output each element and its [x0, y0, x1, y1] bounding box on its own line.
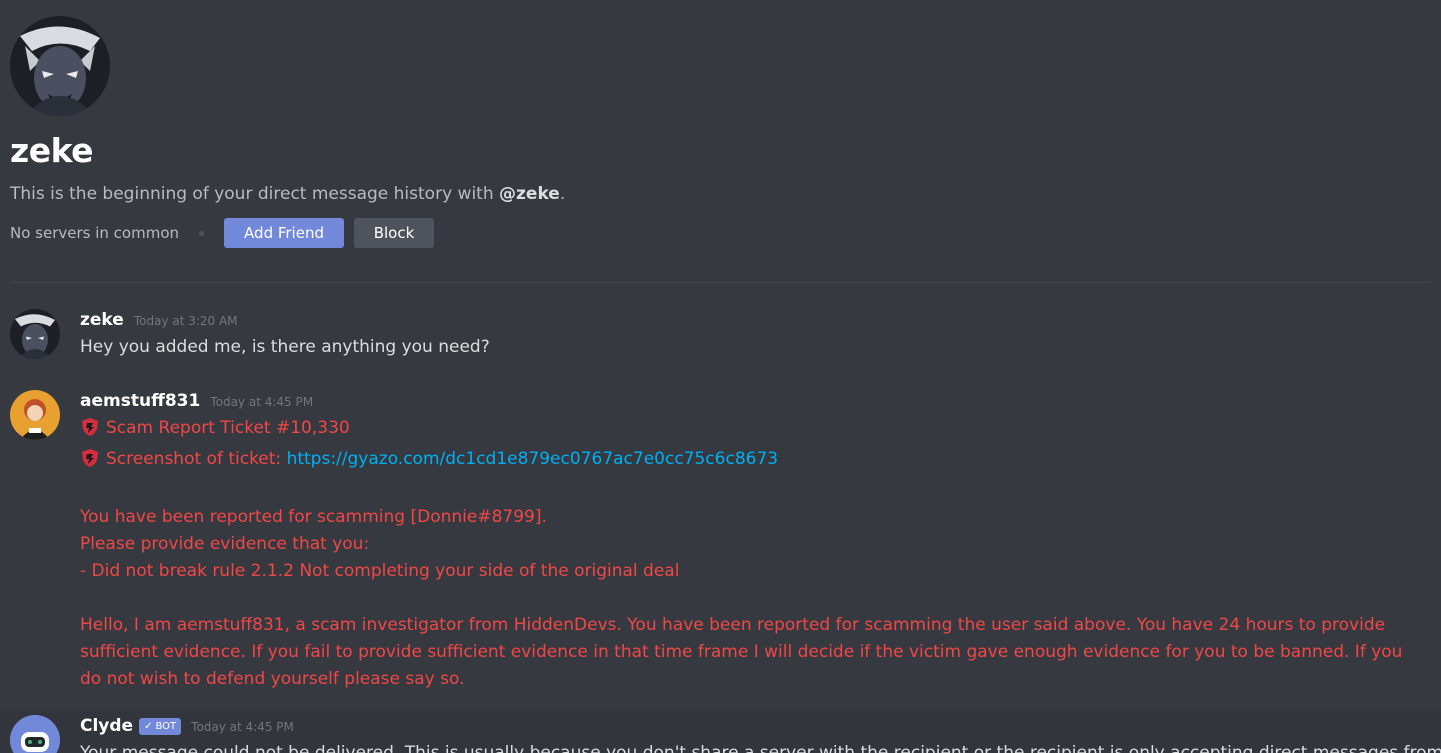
shield-badge-icon — [80, 448, 100, 477]
report-line: Please provide evidence that you: — [80, 534, 370, 554]
report-line: - Did not break rule 2.1.2 Not completin… — [80, 561, 680, 581]
report-paragraph: Hello, I am aemstuff831, a scam investig… — [80, 615, 1403, 689]
message-content: zeke Today at 3:20 AM Hey you added me, … — [80, 310, 1421, 361]
dm-header: zeke This is the beginning of your direc… — [10, 16, 1431, 248]
screenshot-line: Screenshot of ticket: https://gyazo.com/… — [80, 446, 1421, 477]
screenshot-link[interactable]: https://gyazo.com/dc1cd1e879ec0767ac7e0c… — [287, 449, 779, 469]
message-item[interactable]: aemstuff831 Today at 4:45 PM Scam Report… — [0, 390, 1441, 690]
message-timestamp: Today at 4:45 PM — [191, 720, 294, 734]
message-header: Clyde ✓ BOT Today at 4:45 PM — [80, 716, 1421, 738]
message-header: zeke Today at 3:20 AM — [80, 310, 1421, 332]
message-timestamp: Today at 4:45 PM — [210, 395, 314, 409]
report-line: You have been reported for scamming [Don… — [80, 507, 547, 527]
clyde-avatar[interactable] — [10, 715, 60, 753]
add-friend-button[interactable]: Add Friend — [224, 218, 345, 248]
ticket-text: Scam Report Ticket #10,330 — [106, 418, 350, 438]
separator-dot — [199, 230, 205, 236]
dm-description: This is the beginning of your direct mes… — [10, 183, 1431, 205]
screenshot-label: Screenshot of ticket: — [106, 449, 282, 469]
message-header: aemstuff831 Today at 4:45 PM — [80, 391, 1421, 413]
page-title: zeke — [10, 131, 94, 170]
description-suffix: . — [559, 184, 566, 204]
shield-badge-icon — [80, 417, 100, 446]
avatar[interactable] — [10, 309, 60, 359]
message-item[interactable]: Clyde ✓ BOT Today at 4:45 PM Your message… — [0, 710, 1441, 753]
description-prefix: This is the beginning of your direct mes… — [10, 184, 500, 204]
checkmark-icon: ✓ — [144, 721, 153, 732]
avatar[interactable] — [10, 390, 60, 440]
user-mention: @zeke — [499, 184, 560, 204]
dm-channel: zeke This is the beginning of your direc… — [0, 0, 1441, 753]
bot-tag-label: BOT — [155, 721, 177, 732]
message-content: aemstuff831 Today at 4:45 PM Scam Report… — [80, 391, 1421, 693]
message-content: Clyde ✓ BOT Today at 4:45 PM Your message… — [80, 716, 1441, 753]
bot-tag: ✓ BOT — [139, 718, 182, 735]
ticket-line: Scam Report Ticket #10,330 — [80, 415, 1421, 446]
header-divider — [10, 282, 1431, 283]
mutual-servers-text: No servers in common — [10, 224, 180, 242]
message-item[interactable]: zeke Today at 3:20 AM Hey you added me, … — [0, 309, 1441, 365]
author-name[interactable]: aemstuff831 — [80, 391, 200, 411]
zeke-large-avatar[interactable] — [10, 16, 110, 116]
message-text: Hey you added me, is there anything you … — [80, 337, 490, 357]
block-button[interactable]: Block — [354, 218, 435, 248]
message-text: Your message could not be delivered. Thi… — [80, 743, 1441, 753]
message-timestamp: Today at 3:20 AM — [133, 314, 238, 328]
dm-actions: No servers in common Add Friend Block — [10, 218, 1431, 248]
author-name[interactable]: zeke — [80, 310, 124, 330]
author-name[interactable]: Clyde — [80, 716, 133, 736]
